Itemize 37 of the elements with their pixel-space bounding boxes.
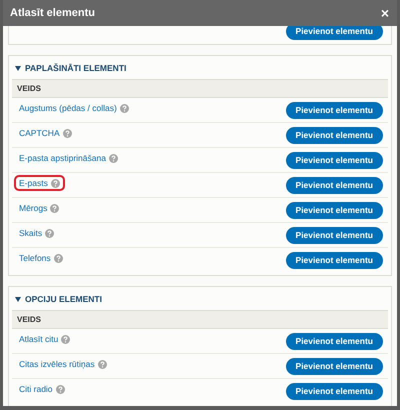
element-link[interactable]: CAPTCHA [19, 128, 60, 138]
element-link[interactable]: Augstums (pēdas / collas) [19, 103, 117, 113]
section-toggle[interactable]: OPCIJU ELEMENTI [12, 287, 105, 310]
add-element-button[interactable]: Pievienot elementu [286, 127, 383, 144]
add-element-button[interactable]: Pievienot elementu [286, 202, 383, 219]
element-link[interactable]: E-pasta apstiprināšana [19, 153, 106, 163]
element-link[interactable]: Citas izvēles rūtiņas [19, 359, 95, 369]
column-header: VEIDS [17, 315, 42, 324]
help-icon[interactable] [50, 204, 60, 212]
help-icon[interactable] [54, 254, 63, 262]
help-icon[interactable] [108, 154, 118, 162]
element-link[interactable]: E-pasts [19, 178, 48, 188]
element-link[interactable]: Telefons [19, 253, 51, 263]
element-link[interactable]: Atlasīt citu [19, 334, 58, 344]
help-icon[interactable] [56, 384, 65, 394]
help-icon[interactable] [45, 228, 54, 238]
help-icon[interactable] [120, 104, 129, 112]
element-link[interactable]: Citi radio [19, 384, 53, 394]
add-element-button[interactable]: Pievienot elementu [286, 383, 383, 400]
column-header: VEIDS [17, 84, 42, 93]
add-element-button[interactable]: Pievienot elementu [286, 333, 383, 350]
close-button[interactable]: × [380, 6, 389, 20]
add-element-button[interactable]: Pievienot elementu [286, 26, 383, 40]
section-toggle[interactable]: PAPLAŠINĀTI ELEMENTI [12, 56, 130, 79]
add-element-button[interactable]: Pievienot elementu [286, 252, 383, 269]
help-icon[interactable] [98, 360, 107, 368]
add-element-button[interactable]: Pievienot elementu [286, 152, 383, 169]
add-element-button[interactable]: Pievienot elementu [286, 102, 383, 119]
help-icon[interactable] [62, 128, 72, 138]
add-element-button[interactable]: Pievienot elementu [286, 227, 383, 244]
element-link[interactable]: Mērogs [19, 203, 48, 213]
element-link[interactable]: Skaits [19, 228, 42, 238]
help-icon[interactable] [61, 334, 70, 344]
window-title: Atlasīt elementu [10, 7, 95, 19]
add-element-button[interactable]: Pievienot elementu [286, 358, 383, 375]
help-icon[interactable] [50, 178, 60, 188]
add-element-button[interactable]: Pievienot elementu [286, 177, 383, 194]
